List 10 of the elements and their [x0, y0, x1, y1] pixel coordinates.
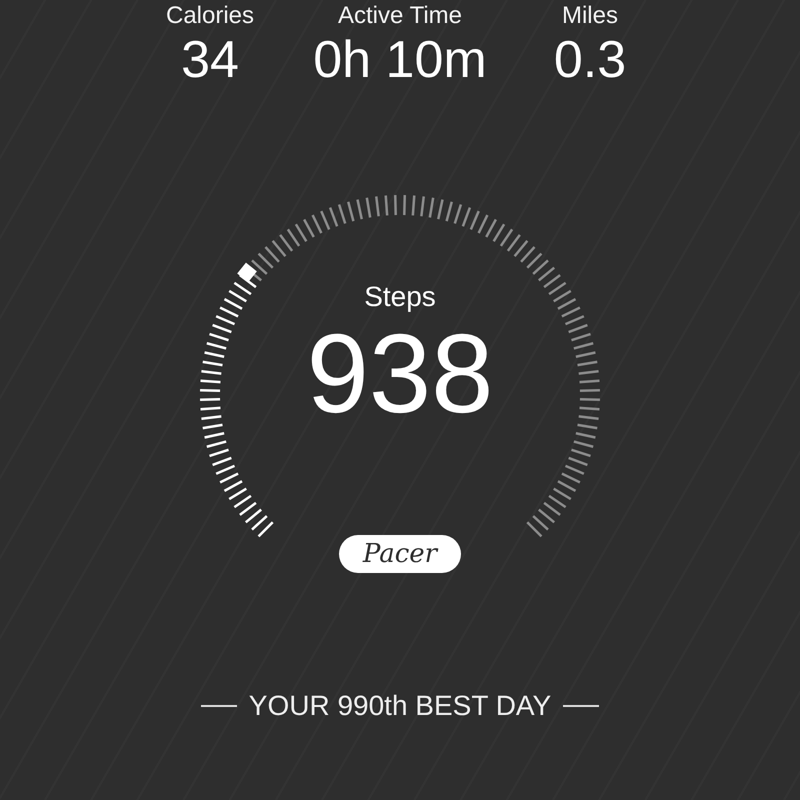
- steps-count: 938: [306, 318, 494, 430]
- logo: Pacer: [339, 535, 461, 573]
- stat-value: 34: [181, 30, 239, 90]
- steps-label: Steps: [364, 280, 436, 314]
- stat-value: 0.3: [554, 30, 626, 90]
- stat-label: Miles: [562, 2, 618, 30]
- stat-label: Active Time: [338, 2, 462, 30]
- best-day-text: YOUR 990th BEST DAY: [248, 689, 552, 723]
- stat-value: 0h 10m: [313, 30, 487, 90]
- stat-label: Calories: [166, 2, 254, 30]
